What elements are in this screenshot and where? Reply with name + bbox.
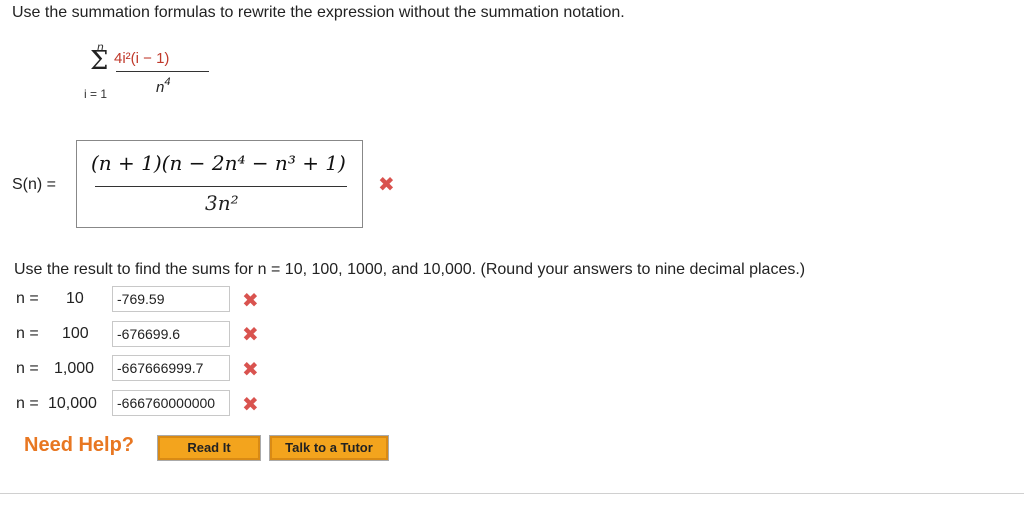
row-label-n: n = [16,325,39,342]
sigma-symbol: Σ [90,46,109,76]
row-n-value: 1,000 [54,360,95,377]
incorrect-x-icon: ✖ [242,290,259,312]
instruction-text: Use the summation formulas to rewrite th… [12,4,625,21]
summand-denominator: n4 [156,76,171,96]
row-label-n: n = [16,395,39,412]
incorrect-x-icon: ✖ [242,359,259,381]
summation-expression: n Σ i = 1 4i²(i − 1) n4 [84,40,224,104]
incorrect-x-icon: ✖ [242,324,259,346]
talk-to-tutor-button[interactable]: Talk to a Tutor [269,435,389,461]
row-label-n: n = [16,290,39,307]
row-n-value: 10,000 [48,395,97,412]
summation-lower-limit: i = 1 [84,87,108,101]
fraction-bar [116,71,209,72]
sum-answer-input[interactable] [112,321,230,347]
read-it-button[interactable]: Read It [157,435,261,461]
result-instruction-text: Use the result to find the sums for n = … [14,261,806,278]
sn-answer-fraction-bar [95,186,347,187]
divider [0,493,1024,494]
sn-answer-denominator: 3n² [205,191,239,215]
sum-answer-input[interactable] [112,390,230,416]
row-n-value: 10 [66,290,84,307]
incorrect-x-icon: ✖ [242,394,259,416]
sn-answer-numerator: (n + 1)(n − 2n⁴ − n³ + 1) [91,151,346,175]
row-label-n: n = [16,360,39,377]
need-help-label: Need Help? [24,434,135,456]
sum-answer-input[interactable] [112,355,230,381]
summand-numerator: 4i²(i − 1) [114,50,170,67]
sn-label: S(n) = [12,176,57,193]
sum-answer-input[interactable] [112,286,230,312]
incorrect-x-icon: ✖ [378,174,395,196]
sn-answer-field[interactable]: (n + 1)(n − 2n⁴ − n³ + 1) 3n² [76,140,363,228]
row-n-value: 100 [62,325,89,342]
